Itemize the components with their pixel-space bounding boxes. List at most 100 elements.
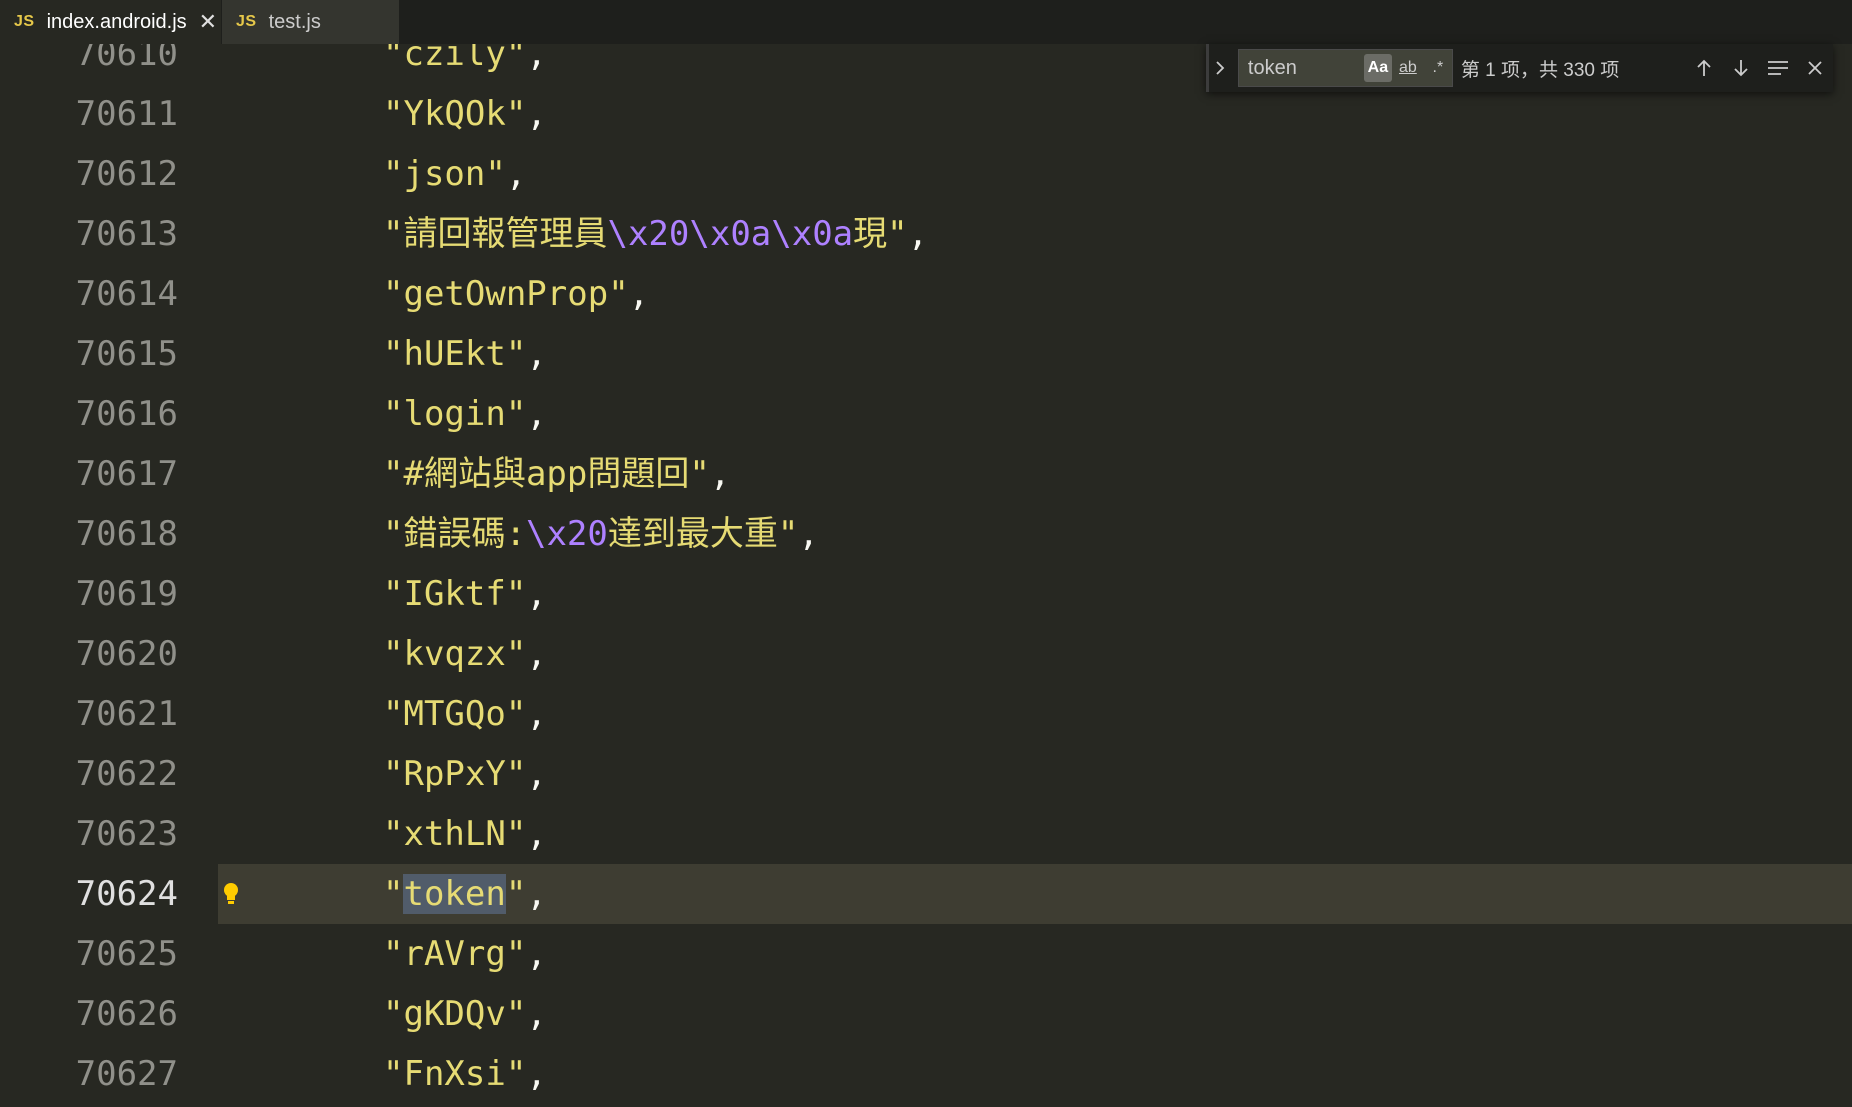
find-in-selection-icon	[1767, 61, 1788, 75]
string-content: YkQOk	[403, 94, 506, 134]
code-line[interactable]: 70611 "YkQOk",	[0, 84, 1852, 144]
string-content: MTGQo	[403, 694, 506, 734]
line-number: 70615	[75, 334, 178, 374]
find-input-box: Aa ab .*	[1237, 49, 1453, 87]
string-content: FnXsi	[403, 1054, 506, 1094]
tab-label: test.js	[268, 10, 321, 33]
code-line[interactable]: 70627 "FnXsi",	[0, 1044, 1852, 1104]
line-number: 70618	[75, 514, 178, 554]
string-literal: "rAVrg",	[383, 934, 547, 974]
string-literal: "RpPxY",	[383, 754, 547, 794]
next-match-button[interactable]	[1723, 49, 1760, 87]
string-content: token	[403, 874, 506, 914]
javascript-file-icon: JS	[14, 13, 35, 30]
line-number: 70612	[75, 154, 178, 194]
string-literal: "FnXsi",	[383, 1054, 547, 1094]
string-content: IGktf	[403, 574, 506, 614]
string-literal: "YkQOk",	[383, 94, 547, 134]
string-literal: "#網站與app問題回",	[383, 454, 731, 494]
code-line[interactable]: 70625 "rAVrg",	[0, 924, 1852, 984]
match-count: 第 1 项，共 330 项	[1460, 59, 1620, 81]
whole-word-toggle[interactable]: ab	[1394, 54, 1422, 82]
string-content: RpPxY	[403, 754, 506, 794]
close-icon	[1807, 61, 1822, 75]
string-literal: "login",	[383, 394, 547, 434]
string-literal: "token",	[383, 874, 547, 914]
arrow-up-icon	[1697, 59, 1711, 76]
line-number: 70611	[75, 94, 178, 134]
string-literal: "xthLN",	[383, 814, 547, 854]
code-line[interactable]: 70615 "hUEkt",	[0, 324, 1852, 384]
code-line[interactable]: 70624 "token",	[0, 864, 1852, 924]
arrow-down-icon	[1734, 60, 1748, 77]
string-literal: "錯誤碼:\x20達到最大重",	[383, 514, 819, 554]
code-line[interactable]: 70621 "MTGQo",	[0, 684, 1852, 744]
find-input[interactable]	[1238, 55, 1362, 81]
string-literal: "getOwnProp",	[383, 274, 650, 314]
line-number: 70621	[75, 694, 178, 734]
match-case-toggle[interactable]: Aa	[1363, 54, 1392, 82]
find-in-selection-button[interactable]	[1759, 49, 1796, 87]
line-number: 70613	[75, 214, 178, 254]
code-line[interactable]: 70618 "錯誤碼:\x20達到最大重",	[0, 504, 1852, 564]
string-content: 錯誤碼:\x20達到最大重	[403, 514, 778, 554]
line-number: 70626	[75, 994, 178, 1034]
code-line[interactable]: 70623 "xthLN",	[0, 804, 1852, 864]
code-line[interactable]: 70619 "IGktf",	[0, 564, 1852, 624]
string-literal: "kvqzx",	[383, 634, 547, 674]
line-number: 70625	[75, 934, 178, 974]
string-content: getOwnProp	[403, 274, 609, 314]
code-line[interactable]: 70614 "getOwnProp",	[0, 264, 1852, 324]
string-literal: "json",	[383, 154, 527, 194]
line-number: 70610	[75, 44, 178, 74]
code-line[interactable]: 70626 "gKDQv",	[0, 984, 1852, 1044]
close-find-button[interactable]	[1796, 49, 1833, 87]
previous-match-button[interactable]	[1686, 49, 1723, 87]
string-content: czily	[403, 44, 506, 74]
tab-index-android-js[interactable]: JS index.android.js ✕	[0, 0, 222, 44]
string-content: xthLN	[403, 814, 506, 854]
find-widget: Aa ab .* 第 1 项，共 330 项	[1206, 44, 1833, 92]
line-number: 70620	[75, 634, 178, 674]
code-line[interactable]: 70616 "login",	[0, 384, 1852, 444]
lightbulb-icon[interactable]	[222, 882, 240, 908]
line-number: 70622	[75, 754, 178, 794]
string-content: json	[403, 154, 486, 194]
tab-test-js[interactable]: JS test.js	[222, 0, 400, 44]
regex-toggle[interactable]: .*	[1424, 54, 1452, 82]
line-number: 70614	[75, 274, 178, 314]
string-literal: "hUEkt",	[383, 334, 547, 374]
string-content: #網站與app問題回	[403, 454, 690, 494]
javascript-file-icon: JS	[236, 13, 257, 30]
line-number: 70619	[75, 574, 178, 614]
string-literal: "gKDQv",	[383, 994, 547, 1034]
code-line[interactable]: 70620 "kvqzx",	[0, 624, 1852, 684]
code-line[interactable]: 70617 "#網站與app問題回",	[0, 444, 1852, 504]
string-literal: "czily",	[383, 44, 547, 84]
tab-bar: JS index.android.js ✕ JS test.js	[0, 0, 1852, 44]
string-literal: "IGktf",	[383, 574, 547, 614]
code-editor-window: JS index.android.js ✕ JS test.js 70610 "c…	[0, 0, 1852, 1107]
line-number: 70627	[75, 1054, 178, 1094]
tab-label: index.android.js	[46, 10, 187, 33]
string-content: login	[403, 394, 506, 434]
line-number: 70617	[75, 454, 178, 494]
code-line[interactable]: 70613 "請回報管理員\x20\x0a\x0a現",	[0, 204, 1852, 264]
close-icon[interactable]: ✕	[199, 11, 217, 33]
line-number: 70623	[75, 814, 178, 854]
string-content: 請回報管理員\x20\x0a\x0a現	[403, 214, 888, 254]
line-number: 70624	[75, 874, 178, 914]
search-match-highlight: token	[403, 874, 506, 914]
string-literal: "MTGQo",	[383, 694, 547, 734]
string-content: hUEkt	[403, 334, 506, 374]
string-content: gKDQv	[403, 994, 506, 1034]
code-editor[interactable]: 70610 "czily", 70611 "YkQOk", 70612 "json", 70…	[0, 44, 1852, 1107]
code-line[interactable]: 70612 "json",	[0, 144, 1852, 204]
chevron-right-icon	[1216, 61, 1225, 75]
string-content: rAVrg	[403, 934, 506, 974]
string-content: kvqzx	[403, 634, 506, 674]
toggle-replace-button[interactable]	[1206, 44, 1232, 92]
string-literal: "請回報管理員\x20\x0a\x0a現",	[383, 214, 929, 254]
line-number: 70616	[75, 394, 178, 434]
code-line[interactable]: 70622 "RpPxY",	[0, 744, 1852, 804]
